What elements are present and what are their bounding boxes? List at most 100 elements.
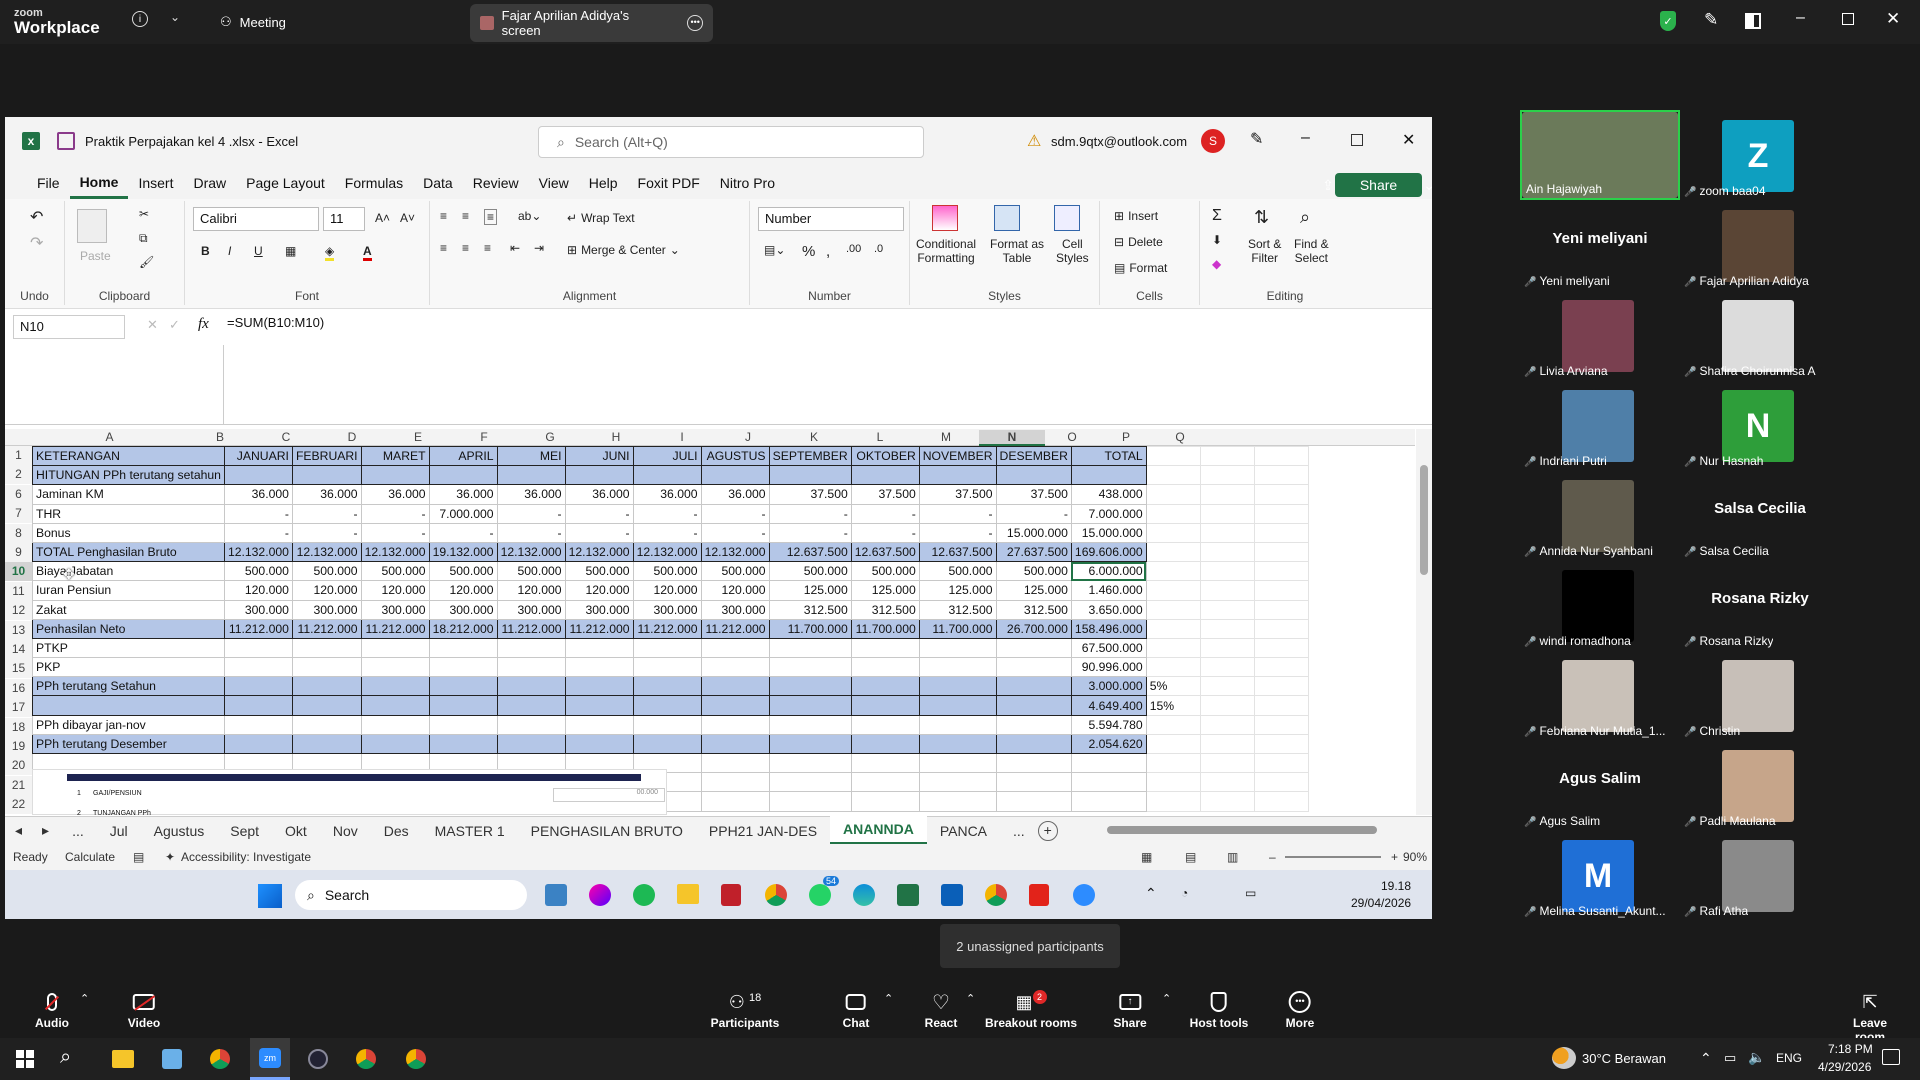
column-header-e[interactable]: E xyxy=(385,430,451,444)
row-header[interactable]: 14 xyxy=(5,640,32,659)
info-icon[interactable]: i xyxy=(132,11,148,27)
cell[interactable]: 11.700.000 xyxy=(850,618,920,639)
chrome-icon[interactable] xyxy=(765,884,787,906)
cell-styles-icon[interactable] xyxy=(1054,205,1080,231)
paste-icon[interactable] xyxy=(77,209,107,243)
cell[interactable] xyxy=(1253,445,1309,467)
chevron-up-icon[interactable]: ⌃ xyxy=(80,992,89,1005)
cell[interactable] xyxy=(1253,618,1309,639)
participant-tile[interactable]: Yeni meliyani 🎤 Yeni meliyani xyxy=(1520,200,1680,290)
column-header-h[interactable]: H xyxy=(583,430,649,444)
pen-icon[interactable]: ✎ xyxy=(1250,129,1263,149)
find-select-icon[interactable]: ⌕ xyxy=(1300,207,1310,228)
cell[interactable]: 500.000 xyxy=(700,561,770,582)
shield-icon[interactable]: ✓ xyxy=(1660,11,1676,31)
cell[interactable]: 120.000 xyxy=(496,580,566,601)
cell[interactable]: - xyxy=(632,522,702,543)
cell[interactable] xyxy=(428,714,498,735)
participant-tile[interactable]: Salsa Cecilia 🎤 Salsa Cecilia xyxy=(1680,470,1840,560)
cell[interactable]: 500.000 xyxy=(995,561,1072,582)
zoom-in-icon[interactable]: + xyxy=(1391,850,1398,864)
cell[interactable] xyxy=(1145,618,1201,639)
chrome-profile-icon[interactable] xyxy=(985,884,1007,906)
cell[interactable]: TOTAL xyxy=(1070,445,1147,467)
cut-icon[interactable]: ✂ xyxy=(139,207,149,221)
cell[interactable] xyxy=(223,733,293,755)
column-header-l[interactable]: L xyxy=(847,430,913,444)
cell[interactable]: 36.000 xyxy=(360,484,430,505)
column-header-o[interactable]: O xyxy=(1045,430,1099,444)
menu-home[interactable]: Home xyxy=(69,168,129,199)
cell[interactable]: 120.000 xyxy=(632,580,702,601)
minimize-icon[interactable]: – xyxy=(1796,9,1805,27)
cell[interactable] xyxy=(1253,561,1309,582)
cell[interactable] xyxy=(850,752,920,774)
cell[interactable] xyxy=(564,465,634,486)
find-select-button[interactable]: Find & Select xyxy=(1294,237,1329,265)
cell[interactable]: - xyxy=(995,503,1072,524)
cell[interactable] xyxy=(1199,772,1255,793)
network-icon[interactable]: ▭ xyxy=(1724,1050,1736,1066)
cell[interactable]: 120.000 xyxy=(360,580,430,601)
cell[interactable] xyxy=(1253,772,1309,793)
normal-view-icon[interactable]: ▦ xyxy=(1141,850,1152,864)
cell[interactable] xyxy=(918,752,997,774)
cell[interactable] xyxy=(918,637,997,659)
excel-search-input[interactable]: ⌕ Search (Alt+Q) xyxy=(538,126,924,158)
column-header-f[interactable]: F xyxy=(451,430,517,444)
zoom-taskbar-icon[interactable] xyxy=(1073,884,1095,906)
cell[interactable] xyxy=(564,657,634,678)
cell[interactable] xyxy=(768,772,852,793)
windows-start-icon[interactable] xyxy=(16,1050,34,1068)
cell[interactable]: 500.000 xyxy=(360,561,430,582)
cell[interactable] xyxy=(1145,522,1201,543)
row-header[interactable]: 2 xyxy=(5,465,32,485)
cell[interactable] xyxy=(995,752,1072,774)
cell[interactable]: Bonus xyxy=(32,522,225,543)
cell[interactable]: 300.000 xyxy=(360,599,430,620)
close-icon[interactable]: ✕ xyxy=(1886,9,1900,29)
cell[interactable] xyxy=(1070,791,1147,812)
cell[interactable] xyxy=(1199,791,1255,812)
cell[interactable] xyxy=(768,637,852,659)
minimize-icon[interactable]: – xyxy=(1301,129,1310,147)
cell[interactable]: - xyxy=(223,522,293,543)
cell[interactable]: 7.000.000 xyxy=(1070,503,1147,524)
wrap-text-button[interactable]: ↵ Wrap Text xyxy=(567,211,635,225)
cell[interactable] xyxy=(700,733,770,755)
cell[interactable] xyxy=(700,791,770,812)
cell[interactable] xyxy=(1253,733,1309,755)
cell[interactable]: 500.000 xyxy=(632,561,702,582)
cell[interactable] xyxy=(1199,752,1255,774)
cell[interactable]: - xyxy=(360,522,430,543)
cell[interactable]: 12.132.000 xyxy=(564,541,634,563)
cell[interactable] xyxy=(918,733,997,755)
column-header-c[interactable]: C xyxy=(253,430,319,444)
cell[interactable]: Penhasilan Neto xyxy=(32,618,225,639)
cell[interactable] xyxy=(918,695,997,716)
sheet-tab-penghasilan-bruto[interactable]: PENGHASILAN BRUTO xyxy=(518,823,696,839)
cell[interactable]: 312.500 xyxy=(768,599,852,620)
cell[interactable]: 500.000 xyxy=(428,561,498,582)
cell[interactable]: 12.637.500 xyxy=(918,541,997,563)
cell[interactable] xyxy=(496,637,566,659)
cell[interactable]: 15.000.000 xyxy=(1070,522,1147,543)
row-header[interactable]: 8 xyxy=(5,523,32,543)
cell[interactable]: 300.000 xyxy=(632,599,702,620)
cell[interactable] xyxy=(700,676,770,697)
cell[interactable] xyxy=(1253,791,1309,812)
cell[interactable] xyxy=(1145,791,1201,812)
sheet-tab-pph21[interactable]: PPH21 JAN-DES xyxy=(696,823,830,839)
chevron-up-icon[interactable]: ⌃ xyxy=(884,992,893,1005)
participant-tile[interactable]: 🎤 Indriani Putri xyxy=(1520,380,1680,470)
chevron-up-icon[interactable]: ⌃ xyxy=(1145,885,1157,902)
app-icon[interactable] xyxy=(545,884,567,906)
row-header[interactable]: 6 xyxy=(5,484,32,504)
cell[interactable] xyxy=(1199,618,1255,639)
cell[interactable]: 12.132.000 xyxy=(223,541,293,563)
cell[interactable] xyxy=(700,657,770,678)
cell[interactable] xyxy=(360,733,430,755)
cell[interactable] xyxy=(1145,445,1201,467)
column-header-m[interactable]: M xyxy=(913,430,979,444)
font-color-icon[interactable]: A xyxy=(363,244,372,261)
